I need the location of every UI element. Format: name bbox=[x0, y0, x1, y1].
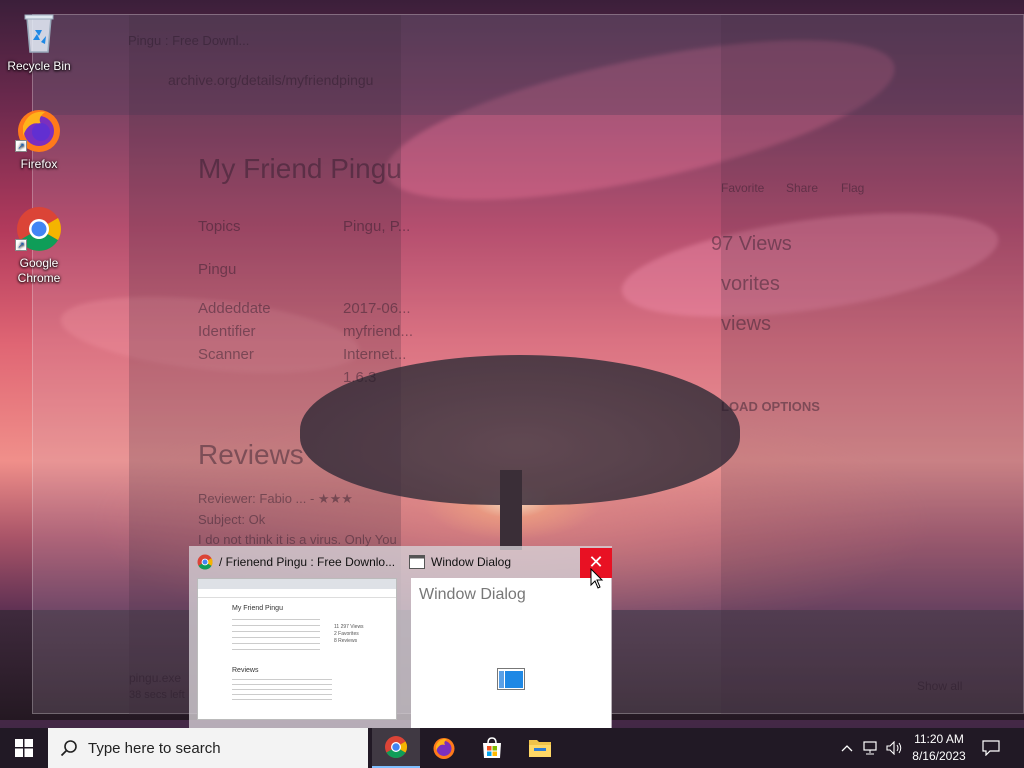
shortcut-arrow-icon: ↗ bbox=[15, 239, 27, 251]
ghost-review-text: I do not think it is a virus. Only You bbox=[198, 532, 397, 547]
taskbar-app-store[interactable] bbox=[468, 728, 516, 768]
action-center-button[interactable] bbox=[978, 728, 1004, 768]
preview-chrome-window[interactable]: / Frienend Pingu : Free Downlo... My Fri… bbox=[189, 546, 401, 728]
ghost-column bbox=[721, 15, 1024, 715]
preview-title-text: / Frienend Pingu : Free Downlo... bbox=[219, 555, 396, 569]
firefox-icon: ↗ bbox=[15, 106, 63, 154]
app-window-icon bbox=[497, 668, 525, 690]
ghost-action-flag: Flag bbox=[841, 181, 865, 195]
thumb-reviews: Reviews bbox=[232, 667, 259, 674]
chrome-icon bbox=[197, 554, 213, 570]
volume-tray-button[interactable] bbox=[884, 728, 906, 768]
ghost-meta-value: 1.6.3 bbox=[343, 369, 377, 386]
shortcut-arrow-icon: ↗ bbox=[15, 140, 27, 152]
folder-icon bbox=[529, 740, 551, 757]
ghost-meta-label: Topics bbox=[198, 218, 241, 235]
ghost-tab-title: Pingu : Free Downl... bbox=[128, 33, 250, 48]
show-hidden-icons-button[interactable] bbox=[838, 728, 856, 768]
preview-title-text: Window Dialog bbox=[431, 555, 512, 569]
ghost-subject: Subject: Ok bbox=[198, 512, 266, 527]
thumb-page-title: My Friend Pingu bbox=[232, 605, 283, 612]
windows-logo-icon bbox=[15, 739, 33, 757]
ghost-page-title: My Friend Pingu bbox=[198, 153, 402, 184]
taskbar-app-firefox[interactable] bbox=[420, 728, 468, 768]
ghost-meta-value: Internet... bbox=[343, 346, 407, 363]
ghost-meta-label: Identifier bbox=[198, 323, 256, 340]
chrome-icon bbox=[385, 736, 407, 758]
window-icon bbox=[409, 555, 425, 569]
taskbar-app-chrome[interactable] bbox=[372, 728, 420, 768]
clock-date: 8/16/2023 bbox=[912, 749, 966, 763]
desktop-icon-firefox[interactable]: ↗ Firefox bbox=[4, 106, 74, 172]
thumb-stat: 11 297 Views bbox=[334, 624, 364, 630]
ghost-url: archive.org/details/myfriendpingu bbox=[168, 72, 374, 88]
search-placeholder: Type here to search bbox=[88, 739, 221, 757]
network-icon bbox=[863, 741, 877, 755]
network-tray-button[interactable] bbox=[860, 728, 882, 768]
preview-thumbnail: Window Dialog bbox=[411, 578, 611, 728]
desktop-icon-label: Recycle Bin bbox=[7, 59, 71, 73]
chevron-up-icon bbox=[841, 745, 853, 752]
ghost-download-header: LOAD OPTIONS bbox=[721, 399, 820, 414]
ghost-reviewer: Reviewer: Fabio ... - ★★★ bbox=[198, 491, 353, 506]
ghost-show-all: Show all bbox=[917, 679, 963, 693]
ghost-stat: 97 Views bbox=[711, 233, 792, 255]
search-icon bbox=[60, 740, 77, 757]
thumb-stat: 8 Reviews bbox=[334, 638, 358, 644]
ghost-meta-value: myfriend... bbox=[343, 323, 414, 340]
thumb-stat: 2 Favorites bbox=[334, 631, 359, 637]
ghost-action-share: Share bbox=[786, 181, 819, 195]
ghost-meta-value: Pingu, P... bbox=[343, 218, 411, 235]
taskbar-app-file-explorer[interactable] bbox=[516, 728, 564, 768]
recycle-bin-icon bbox=[15, 8, 63, 56]
taskbar-clock[interactable]: 11:20 AM 8/16/2023 bbox=[904, 731, 974, 765]
chrome-icon: ↗ bbox=[15, 205, 63, 253]
thumb-addressbar bbox=[198, 589, 396, 598]
volume-icon bbox=[886, 741, 902, 755]
preview-dialog-window[interactable]: Window Dialog ✕ Window Dialog bbox=[401, 546, 612, 728]
thumb-meta-block bbox=[232, 619, 320, 655]
firefox-icon bbox=[433, 738, 455, 759]
desktop-icon-chrome[interactable]: ↗ Google Chrome bbox=[4, 205, 74, 286]
desktop-icon-label: Google Chrome bbox=[17, 256, 61, 285]
desktop-icon-recycle-bin[interactable]: Recycle Bin bbox=[4, 8, 74, 74]
ghost-action-favorite: Favorite bbox=[721, 181, 765, 195]
desktop-icon-label: Firefox bbox=[20, 157, 58, 171]
ghost-meta-label: Pingu bbox=[198, 261, 237, 278]
thumb-tabbar bbox=[198, 579, 396, 589]
notification-icon bbox=[982, 740, 1000, 756]
store-icon bbox=[483, 737, 501, 758]
preview-thumbnail: My Friend Pingu 11 297 Views 2 Favorites… bbox=[197, 578, 397, 720]
ghost-download-item: pingu.exe bbox=[129, 671, 182, 685]
preview-title-bar: / Frienend Pingu : Free Downlo... bbox=[189, 546, 401, 578]
ghost-meta-value: 2017-06... bbox=[343, 300, 411, 317]
ghost-meta-label: Scanner bbox=[198, 346, 254, 363]
clock-time: 11:20 AM bbox=[914, 732, 964, 746]
taskbar-search-box[interactable]: Type here to search bbox=[48, 728, 368, 768]
start-button[interactable] bbox=[0, 728, 48, 768]
ghost-stat: vorites bbox=[721, 273, 780, 295]
mouse-cursor-icon bbox=[590, 568, 604, 589]
taskbar-preview-panel: / Frienend Pingu : Free Downlo... My Fri… bbox=[189, 546, 612, 728]
thumb-review-block bbox=[232, 679, 332, 703]
ghost-reviews-header: Reviews bbox=[198, 439, 304, 470]
ghost-meta-label: Addeddate bbox=[198, 300, 271, 317]
ghost-stat: views bbox=[721, 313, 772, 335]
taskbar: Type here to search 11:20 AM 8/16/2023 bbox=[0, 728, 1024, 768]
ghost-download-status: 38 secs left bbox=[129, 689, 185, 701]
dialog-heading: Window Dialog bbox=[419, 586, 526, 603]
